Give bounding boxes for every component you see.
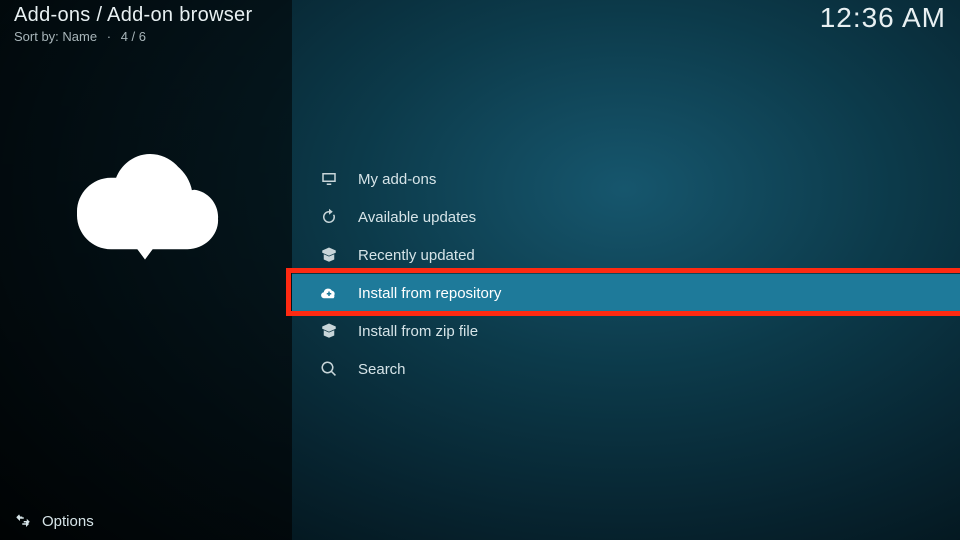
options-icon xyxy=(14,512,32,530)
search-icon xyxy=(318,358,340,380)
sort-label: Sort by: xyxy=(14,29,59,44)
download-cloud-hero-icon xyxy=(60,120,230,290)
menu-item-available-updates[interactable]: Available updates xyxy=(292,198,960,236)
header: Add-ons / Add-on browser Sort by: Name ·… xyxy=(14,4,252,44)
header-meta: Sort by: Name · 4 / 6 xyxy=(14,29,252,44)
options-label: Options xyxy=(42,513,94,530)
clock: 12:36 AM xyxy=(820,2,946,34)
sort-value: Name xyxy=(62,29,97,44)
menu-item-label: My add-ons xyxy=(358,171,436,188)
separator-dot: · xyxy=(107,29,111,44)
menu-item-recently-updated[interactable]: Recently updated xyxy=(292,236,960,274)
menu-item-label: Install from zip file xyxy=(358,323,478,340)
menu-item-label: Install from repository xyxy=(358,285,501,302)
footer-options[interactable]: Options xyxy=(14,512,94,530)
open-box-icon xyxy=(318,320,340,342)
breadcrumb: Add-ons / Add-on browser xyxy=(14,4,252,27)
open-box-icon xyxy=(318,244,340,266)
refresh-icon xyxy=(318,206,340,228)
menu-item-label: Search xyxy=(358,361,406,378)
menu-item-search[interactable]: Search xyxy=(292,350,960,388)
monitor-icon xyxy=(318,168,340,190)
menu-item-install-from-zip-file[interactable]: Install from zip file xyxy=(292,312,960,350)
menu-item-my-add-ons[interactable]: My add-ons xyxy=(292,160,960,198)
menu-item-label: Available updates xyxy=(358,209,476,226)
list-position: 4 / 6 xyxy=(121,29,146,44)
addon-browser-menu: My add-ons Available updates Recently upda… xyxy=(292,160,960,388)
menu-item-install-from-repository[interactable]: Install from repository xyxy=(292,274,960,312)
menu-item-label: Recently updated xyxy=(358,247,475,264)
cloud-plus-icon xyxy=(318,282,340,304)
